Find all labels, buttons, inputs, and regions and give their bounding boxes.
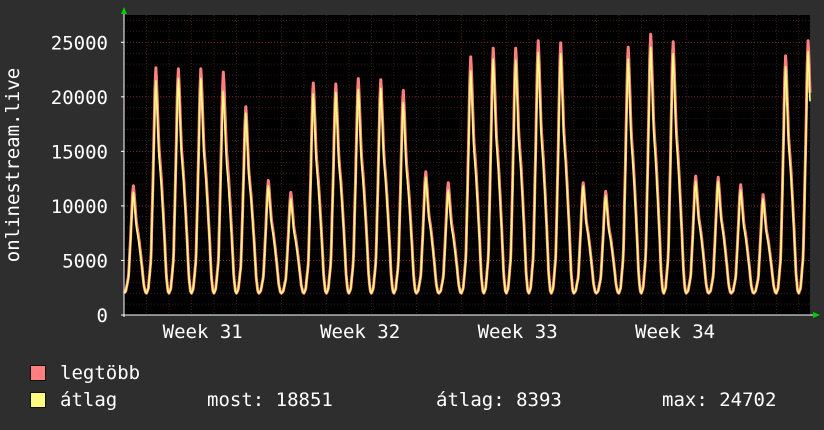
legend-label-avg: átlag <box>60 389 118 411</box>
legend-label-max: legtöbb <box>60 362 141 384</box>
y-axis-label: onlinestream.live <box>2 68 24 262</box>
y-axis-ticks: 0 5000 10000 15000 20000 25000 <box>51 32 124 327</box>
y-tick-label: 0 <box>97 305 108 327</box>
y-tick-label: 20000 <box>51 87 108 109</box>
legend-swatch-avg <box>30 392 46 408</box>
stat-current: most: 18851 <box>207 389 333 411</box>
x-tick-label: Week 33 <box>478 321 558 343</box>
y-tick-label: 15000 <box>51 141 108 163</box>
x-tick-label: Week 34 <box>635 321 715 343</box>
y-tick-label: 10000 <box>51 196 108 218</box>
x-tick-label: Week 32 <box>320 321 400 343</box>
x-axis-arrow <box>813 312 820 318</box>
legend-item-max: legtöbb <box>30 362 140 384</box>
stat-maximum: max: 24702 <box>662 389 777 411</box>
y-tick-label: 25000 <box>51 32 108 54</box>
y-axis-arrow <box>121 7 127 14</box>
x-tick-label: Week 31 <box>163 321 243 343</box>
x-axis-ticks: Week 31 Week 32 Week 33 Week 34 <box>163 321 715 343</box>
stat-average: átlag: 8393 <box>436 389 562 411</box>
legend-item-avg: átlag <box>30 389 117 411</box>
legend-swatch-max <box>30 365 46 381</box>
y-tick-label: 5000 <box>62 250 108 272</box>
